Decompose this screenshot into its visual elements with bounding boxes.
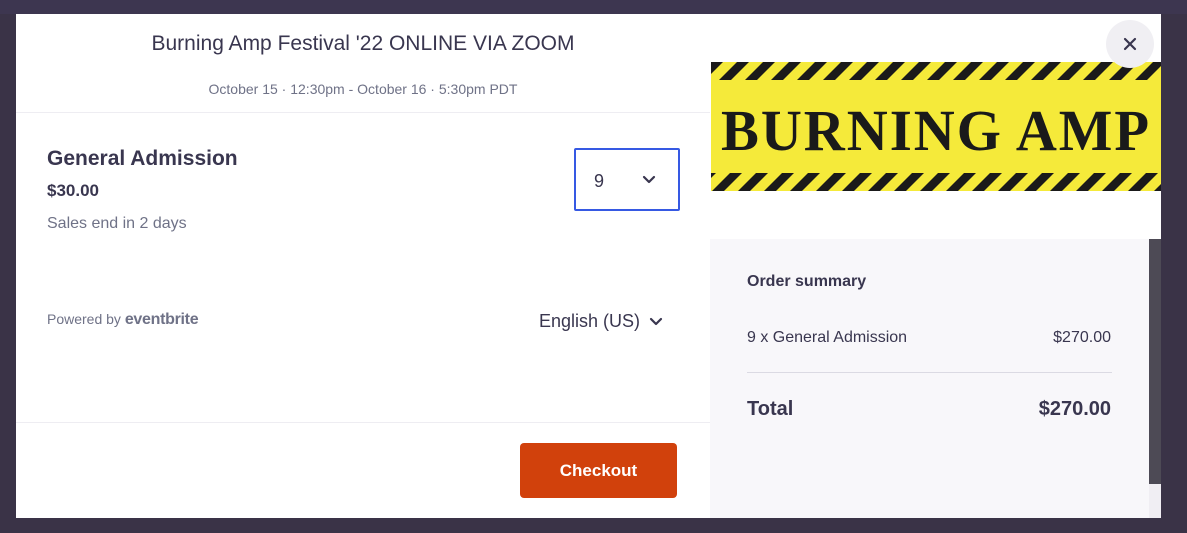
ticket-name: General Admission [47, 147, 238, 170]
language-value: English (US) [539, 310, 641, 331]
ticket-selection-pane: Burning Amp Festival '22 ONLINE VIA ZOOM… [16, 14, 710, 518]
ticket-sales-status: Sales end in 2 days [47, 215, 187, 232]
order-summary-pane: BURNING AMP Order summary 9 x General Ad… [710, 14, 1161, 518]
ticket-price: $30.00 [47, 181, 99, 200]
checkout-modal: Burning Amp Festival '22 ONLINE VIA ZOOM… [16, 14, 1161, 518]
event-banner-image: BURNING AMP [711, 62, 1161, 191]
event-title: Burning Amp Festival '22 ONLINE VIA ZOOM [151, 32, 575, 55]
order-summary-title: Order summary [747, 273, 867, 290]
close-button[interactable] [1106, 20, 1154, 68]
event-header: Burning Amp Festival '22 ONLINE VIA ZOOM… [16, 14, 710, 113]
language-select[interactable]: English (US) [539, 309, 665, 333]
event-image-area: BURNING AMP [710, 14, 1161, 239]
summary-line-item-label: 9 x General Admission [747, 329, 908, 346]
summary-divider [747, 372, 1112, 373]
checkout-button[interactable]: Checkout [520, 443, 677, 498]
powered-by-prefix: Powered by [47, 311, 121, 327]
total-value: $270.00 [1038, 398, 1111, 420]
quantity-value: 9 [594, 171, 605, 191]
powered-by: Powered by eventbrite [47, 311, 199, 329]
chevron-down-icon [642, 175, 656, 184]
total-label: Total [747, 398, 794, 420]
scrollbar-thumb[interactable] [1149, 239, 1161, 484]
eventbrite-logo: eventbrite [124, 311, 199, 328]
scrollbar[interactable] [1149, 239, 1161, 518]
page-backdrop [0, 0, 1187, 14]
banner-text: BURNING AMP [721, 98, 1151, 163]
summary-line-item-price: $270.00 [1053, 329, 1111, 346]
ticket-quantity-select[interactable]: 9 [574, 148, 680, 211]
close-icon [1123, 37, 1137, 51]
event-date: October 15 · 12:30pm - October 16 · 5:30… [208, 81, 518, 97]
footer-divider [16, 422, 710, 423]
chevron-down-icon [649, 317, 663, 326]
